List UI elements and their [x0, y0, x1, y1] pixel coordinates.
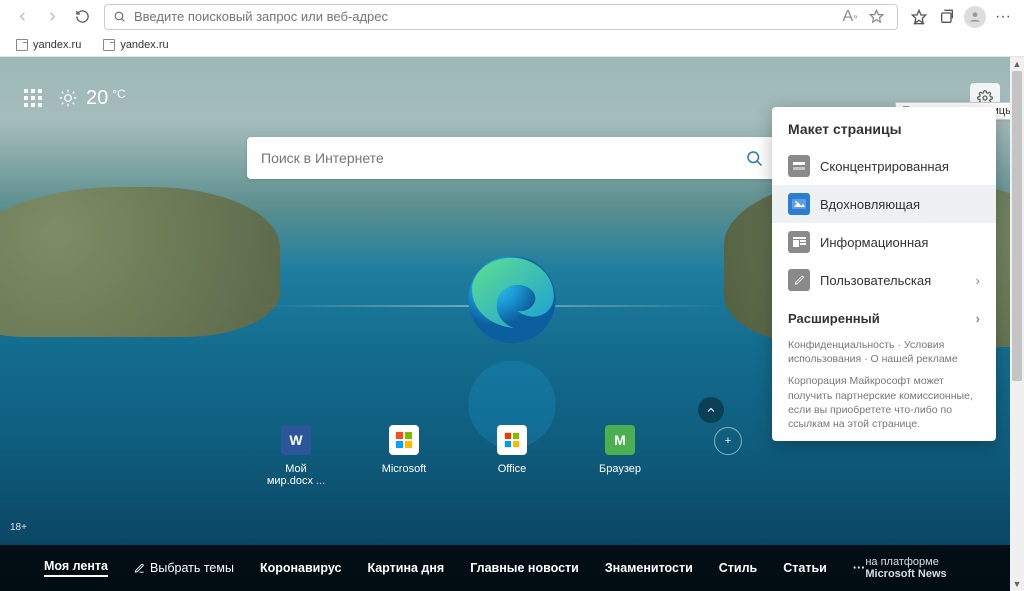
- news-feed-bar: Моя лента Выбрать темы Коронавирус Карти…: [0, 545, 1024, 591]
- app-launcher-icon[interactable]: [24, 89, 42, 107]
- quick-link-label: Мой мир.docx ...: [266, 463, 326, 487]
- feed-more[interactable]: ···: [853, 561, 866, 575]
- quick-link-label: Microsoft: [382, 463, 427, 475]
- feed-tab[interactable]: Коронавирус: [260, 561, 341, 575]
- age-badge: 18+: [10, 522, 27, 533]
- web-search-input[interactable]: [261, 150, 745, 166]
- bg-mountain: [0, 187, 280, 337]
- focused-icon: [788, 155, 810, 177]
- menu-disclaimer: Корпорация Майкрософт может получить пар…: [772, 366, 996, 431]
- tile-icon: [497, 425, 527, 455]
- address-bar[interactable]: A»: [104, 4, 898, 30]
- page-icon: [103, 39, 115, 51]
- layout-option-focused[interactable]: Сконцентрированная: [772, 147, 996, 185]
- back-button[interactable]: [8, 3, 36, 31]
- more-button[interactable]: ···: [990, 4, 1016, 30]
- chevron-right-icon: ›: [976, 311, 980, 326]
- add-site-button[interactable]: +: [698, 425, 758, 455]
- address-input[interactable]: [134, 9, 837, 24]
- menu-expand[interactable]: Расширенный›: [772, 299, 996, 330]
- feed-edit-topics[interactable]: Выбрать темы: [134, 561, 234, 575]
- weather-widget[interactable]: 20 °C: [58, 87, 126, 110]
- feed-tab[interactable]: Картина дня: [367, 561, 444, 575]
- quick-link[interactable]: Microsoft: [374, 425, 434, 475]
- scroll-up-arrow[interactable]: ▲: [1010, 57, 1024, 71]
- favorites-button[interactable]: [906, 4, 932, 30]
- chevron-right-icon: ›: [976, 273, 980, 288]
- quick-link[interactable]: W Мой мир.docx ...: [266, 425, 326, 487]
- edge-logo: [465, 252, 560, 347]
- feed-provider: на платформе Microsoft News: [865, 556, 980, 580]
- web-search-box[interactable]: [247, 137, 777, 179]
- scrollbar[interactable]: ▲ ▼: [1010, 57, 1024, 591]
- favorite-star-icon[interactable]: [863, 4, 889, 30]
- feed-tab[interactable]: Знаменитости: [605, 561, 693, 575]
- forward-button[interactable]: [38, 3, 66, 31]
- news-icon: [788, 231, 810, 253]
- favorite-link[interactable]: yandex.ru: [93, 34, 178, 56]
- scroll-up-button[interactable]: [698, 397, 724, 423]
- layout-option-inspirational[interactable]: Вдохновляющая: [772, 185, 996, 223]
- favorite-link[interactable]: yandex.ru: [6, 34, 91, 56]
- quick-link[interactable]: M Браузер: [590, 425, 650, 475]
- layout-option-informational[interactable]: Информационная: [772, 223, 996, 261]
- read-aloud-icon[interactable]: A»: [837, 4, 863, 30]
- profile-button[interactable]: [962, 4, 988, 30]
- weather-temp: 20: [86, 87, 108, 110]
- browser-chrome: A» ··· yandex.ru yandex.ru: [0, 0, 1024, 57]
- scroll-down-arrow[interactable]: ▼: [1010, 577, 1024, 591]
- refresh-button[interactable]: [68, 3, 96, 31]
- search-submit-icon[interactable]: [745, 149, 763, 167]
- pencil-icon: [788, 269, 810, 291]
- menu-footer-links: Конфиденциальность · Условия использован…: [772, 330, 996, 366]
- layout-option-custom[interactable]: Пользовательская ›: [772, 261, 996, 299]
- feed-tab[interactable]: Главные новости: [470, 561, 579, 575]
- ads-link[interactable]: О нашей рекламе: [871, 353, 958, 365]
- sun-icon: [58, 88, 78, 108]
- image-icon: [788, 193, 810, 215]
- weather-unit: °C: [112, 87, 125, 101]
- tile-icon: M: [605, 425, 635, 455]
- scrollbar-thumb[interactable]: [1012, 71, 1022, 381]
- tile-icon: W: [281, 425, 311, 455]
- menu-title: Макет страницы: [772, 121, 996, 147]
- new-tab-page: 20°C Параметры страницы W Мой мир.docx .…: [0, 57, 1024, 591]
- quick-link[interactable]: Office: [482, 425, 542, 475]
- page-icon: [16, 39, 28, 51]
- collections-button[interactable]: [934, 4, 960, 30]
- quick-link-label: Браузер: [599, 463, 641, 475]
- page-layout-menu: Макет страницы Сконцентрированная Вдохно…: [772, 107, 996, 441]
- search-icon: [113, 10, 126, 23]
- feed-tab-my[interactable]: Моя лента: [44, 559, 108, 577]
- feed-tab[interactable]: Статьи: [783, 561, 827, 575]
- privacy-link[interactable]: Конфиденциальность: [788, 339, 895, 351]
- quick-links: W Мой мир.docx ... Microsoft Office M Бр…: [266, 425, 758, 487]
- quick-link-label: Office: [498, 463, 527, 475]
- tile-icon: [389, 425, 419, 455]
- favorites-bar: yandex.ru yandex.ru: [0, 33, 1024, 57]
- plus-icon: +: [714, 427, 742, 455]
- feed-tab[interactable]: Стиль: [719, 561, 757, 575]
